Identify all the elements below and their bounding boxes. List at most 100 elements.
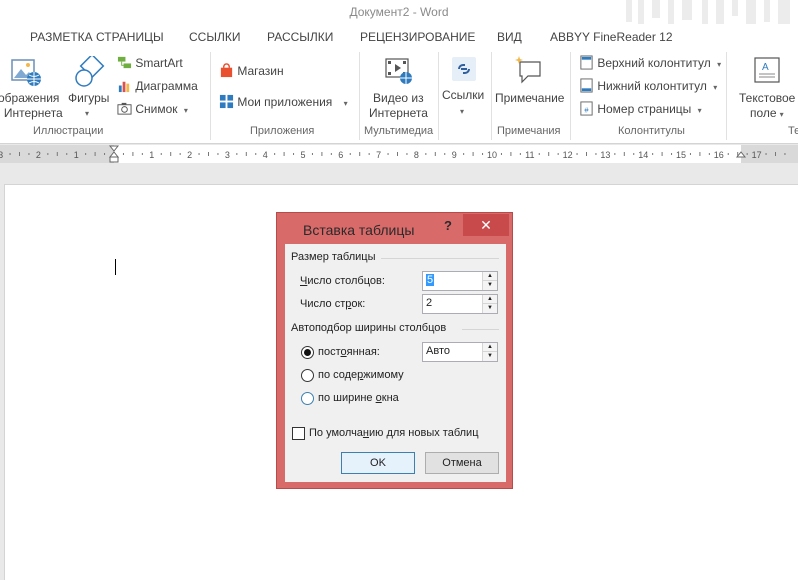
link-icon xyxy=(452,57,476,81)
group-label-media: Мультимедиа xyxy=(364,125,434,137)
text-box-label-2: поле ▾ xyxy=(750,106,784,120)
rows-down-arrow-icon[interactable]: ▼ xyxy=(483,304,497,313)
page-number-icon: # xyxy=(580,101,593,116)
left-indent-marker[interactable] xyxy=(109,156,119,163)
footer-label: Нижний колонтитул xyxy=(597,79,707,93)
chart-icon xyxy=(118,81,130,93)
ruler-number: 12 xyxy=(563,150,573,160)
dialog-body: Размер таблицы Число столбцов: 5 ▲ ▼ Чис… xyxy=(285,244,506,482)
group-label-text: Те xyxy=(788,125,798,137)
new-comment-icon xyxy=(515,56,541,84)
online-images-label-2: з Интернета xyxy=(0,106,63,120)
online-images-label-1: ображения xyxy=(0,91,60,105)
group-label-illustrations: Иллюстрации xyxy=(33,125,104,137)
section-divider xyxy=(462,329,499,330)
autofit-window-radio[interactable] xyxy=(301,392,314,405)
footer-button[interactable]: Нижний колонтитул ▾ xyxy=(579,77,717,95)
text-box-icon: A xyxy=(754,57,780,83)
remember-default-checkbox[interactable] xyxy=(292,427,305,440)
tab-page-layout[interactable]: РАЗМЕТКА СТРАНИЦЫ xyxy=(30,30,164,44)
screenshot-button[interactable]: Снимок ▾ xyxy=(117,100,188,118)
rows-label: Число строк: xyxy=(300,298,366,310)
autofit-content-radio[interactable] xyxy=(301,369,314,382)
help-button[interactable]: ? xyxy=(444,218,452,233)
section-divider xyxy=(381,258,499,259)
my-apps-dropdown-caret: ▾ xyxy=(343,99,348,108)
tab-review[interactable]: РЕЦЕНЗИРОВАНИЕ xyxy=(360,30,475,44)
cancel-button[interactable]: Отмена xyxy=(425,452,499,474)
columns-spinner[interactable]: 5 ▲ ▼ xyxy=(422,271,498,291)
fixed-width-label: постоянная: xyxy=(318,346,380,358)
my-apps-button[interactable]: Мои приложения ▾ xyxy=(219,93,348,111)
group-media: Видео из Интернета Мультимедиа xyxy=(360,48,438,144)
insert-table-dialog: Вставка таблицы ? ✕ Размер таблицы Число… xyxy=(276,212,513,489)
autofit-content-label: по содержимому xyxy=(318,369,404,381)
page-number-button[interactable]: # Номер страницы ▾ xyxy=(579,100,702,118)
footer-dropdown-caret: ▾ xyxy=(713,83,718,92)
shapes-icon xyxy=(75,56,105,87)
fixed-width-up-arrow-icon[interactable]: ▲ xyxy=(483,343,497,352)
rows-up-arrow-icon[interactable]: ▲ xyxy=(483,295,497,304)
fixed-width-value: Авто xyxy=(426,345,450,357)
smartart-button[interactable]: SmartArt xyxy=(117,54,183,72)
ruler-number: 13 xyxy=(600,150,610,160)
columns-up-arrow-icon[interactable]: ▲ xyxy=(483,272,497,281)
page-number-label: Номер страницы xyxy=(597,102,692,116)
table-size-section-title: Размер таблицы xyxy=(291,251,376,263)
ruler-number: 1 xyxy=(74,150,79,160)
header-button[interactable]: Верхний колонтитул ▾ xyxy=(579,54,721,72)
store-button[interactable]: Магазин xyxy=(219,62,284,80)
columns-down-arrow-icon[interactable]: ▼ xyxy=(483,281,497,290)
ruler-number: 1 xyxy=(149,150,154,160)
header-dropdown-caret: ▾ xyxy=(717,60,722,69)
group-label-apps: Приложения xyxy=(250,125,315,137)
fixed-width-down-arrow-icon[interactable]: ▼ xyxy=(483,352,497,361)
rows-spinner[interactable]: 2 ▲ ▼ xyxy=(422,294,498,314)
online-picture-icon xyxy=(11,59,41,86)
close-button[interactable]: ✕ xyxy=(463,214,509,236)
ribbon: ображения з Интернета Фигуры ▾ SmartArt … xyxy=(0,48,798,144)
group-header-footer: Верхний колонтитул ▾ Нижний колонтитул ▾… xyxy=(571,48,726,144)
dialog-title: Вставка таблицы xyxy=(303,222,415,238)
autofit-window-label: по ширине окна xyxy=(318,392,399,404)
ruler-number: 16 xyxy=(714,150,724,160)
shapes-label: Фигуры xyxy=(68,91,110,105)
ruler-number: 3 xyxy=(225,150,230,160)
group-comments: Примечание Примечания xyxy=(492,48,570,144)
links-dropdown-caret: ▾ xyxy=(460,107,465,116)
tab-view[interactable]: ВИД xyxy=(497,30,522,44)
rows-spin-buttons: ▲ ▼ xyxy=(482,295,497,313)
ok-button[interactable]: OK xyxy=(341,452,415,474)
screenshot-icon xyxy=(117,102,132,115)
title-bar: Документ2 - Word xyxy=(0,0,798,30)
chart-label: Диаграмма xyxy=(135,79,198,93)
rows-value: 2 xyxy=(426,297,433,309)
ruler-number: 15 xyxy=(676,150,686,160)
shapes-dropdown-caret: ▾ xyxy=(85,109,90,118)
text-box-label-1: Текстовое xyxy=(739,91,796,105)
ruler-number: 6 xyxy=(338,150,343,160)
tab-abbyy[interactable]: ABBYY FineReader 12 xyxy=(550,30,673,44)
ruler-number: 7 xyxy=(376,150,381,160)
ruler-number: 14 xyxy=(638,150,648,160)
online-video-icon xyxy=(385,58,412,84)
ruler-number: 10 xyxy=(487,150,497,160)
chart-button[interactable]: Диаграмма xyxy=(117,77,198,95)
horizontal-ruler[interactable]: 3 2 1 1 2 3 4 5 6 7 8 9 10 11 12 13 14 15 16 17 xyxy=(0,145,798,163)
header-label: Верхний колонтитул xyxy=(597,56,711,70)
ruler-number: 8 xyxy=(414,150,419,160)
ruler-number: 5 xyxy=(300,150,305,160)
text-cursor xyxy=(115,259,116,275)
fixed-width-spinner[interactable]: Авто ▲ ▼ xyxy=(422,342,498,362)
comment-label: Примечание xyxy=(495,91,565,105)
ruler-number: 11 xyxy=(525,150,534,160)
smartart-icon xyxy=(117,56,132,69)
group-label-comments: Примечания xyxy=(497,125,561,137)
header-icon xyxy=(580,55,593,70)
store-icon xyxy=(220,63,233,78)
tab-references[interactable]: ССЫЛКИ xyxy=(189,30,240,44)
online-video-label-2: Интернета xyxy=(369,106,428,120)
fixed-width-radio[interactable] xyxy=(301,346,314,359)
my-apps-icon xyxy=(219,94,234,109)
tab-mailings[interactable]: РАССЫЛКИ xyxy=(267,30,333,44)
